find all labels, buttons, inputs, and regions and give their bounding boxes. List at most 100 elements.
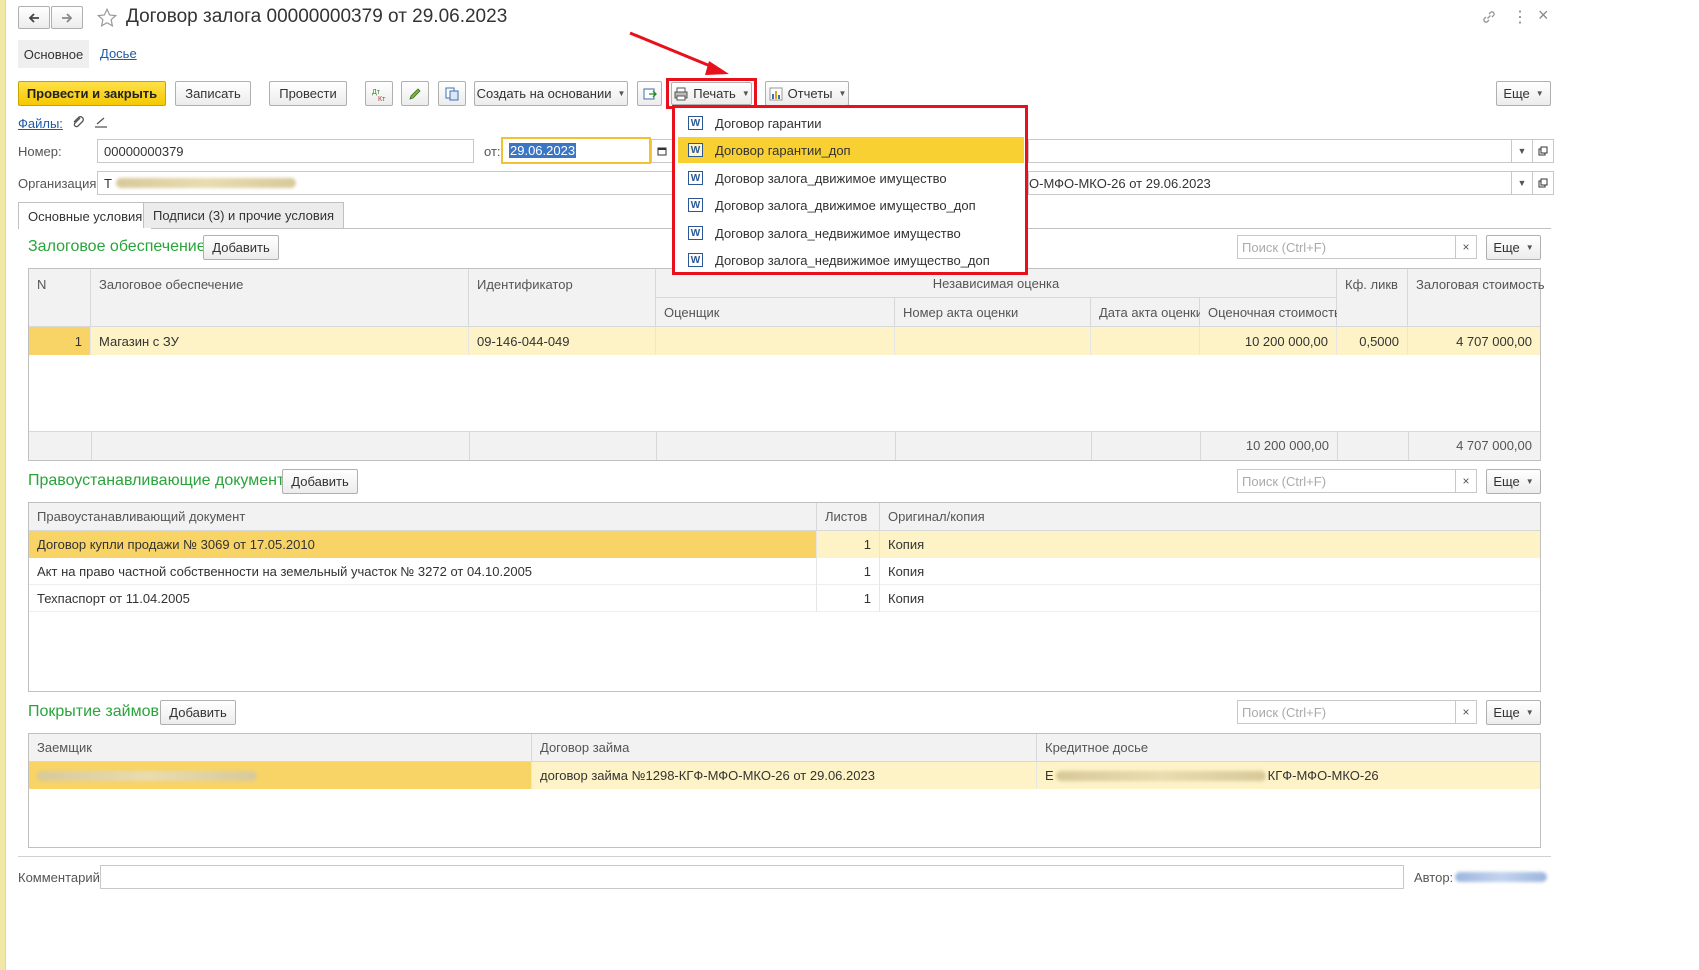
word-document-icon: W (688, 198, 703, 212)
link-icon[interactable] (1481, 9, 1497, 25)
caret-down-icon: ▼ (1517, 178, 1527, 188)
open-button[interactable] (1532, 139, 1554, 163)
create-based-on-button[interactable]: Создать на основании ▼ (474, 81, 628, 106)
open-button[interactable] (1532, 171, 1554, 195)
reports-button[interactable]: Отчеты ▼ (765, 81, 849, 106)
title-docs-more-button[interactable]: Еще ▼ (1486, 469, 1541, 494)
structure-button[interactable] (438, 81, 466, 106)
author-link-redacted[interactable] (1455, 872, 1547, 882)
col-liquidity-coef: Кф. ликв (1337, 269, 1408, 327)
cell-title-doc: Договор купли продажи № 3069 от 17.05.20… (29, 531, 817, 558)
open-form-icon (1538, 178, 1548, 188)
number-label: Номер: (18, 144, 62, 159)
reports-label: Отчеты (787, 86, 833, 101)
export-icon (643, 88, 657, 99)
date-field[interactable]: 29.06.2023 (501, 137, 651, 164)
back-button[interactable] (18, 6, 50, 29)
collateral-more-button[interactable]: Еще ▼ (1486, 235, 1541, 260)
organization-label: Организация: (18, 176, 101, 191)
more-label: Еще (1493, 240, 1520, 255)
cell-collateral: Магазин с ЗУ (91, 327, 469, 355)
title-docs-search-clear-icon[interactable]: × (1455, 469, 1477, 493)
cell-appraised-value: 10 200 000,00 (1200, 327, 1337, 355)
date-value-selected: 29.06.2023 (509, 143, 577, 158)
left-accent-bar (0, 0, 6, 970)
more-label: Еще (1493, 705, 1520, 720)
collateral-section-title: Залоговое обеспечение: (28, 238, 211, 255)
loans-search-clear-icon[interactable]: × (1455, 700, 1477, 724)
title-docs-add-button[interactable]: Добавить (282, 469, 358, 494)
col-appraiser: Оценщик (656, 298, 895, 327)
comment-input[interactable] (100, 865, 1404, 889)
nav-tab-dossier[interactable]: Досье (100, 46, 137, 61)
pencil-icon (409, 87, 421, 100)
open-form-icon (1538, 146, 1548, 156)
paperclip-icon[interactable] (70, 114, 86, 130)
signature-icon[interactable] (93, 114, 109, 130)
word-document-icon: W (688, 116, 703, 130)
cell-liquidity-coef: 0,5000 (1337, 327, 1408, 355)
loans-more-button[interactable]: Еще ▼ (1486, 700, 1541, 725)
tab-main-conditions[interactable]: Основные условия (18, 202, 153, 229)
collateral-search-clear-icon[interactable]: × (1455, 235, 1477, 259)
close-window-icon[interactable]: × (1538, 5, 1549, 26)
files-link[interactable]: Файлы: (18, 116, 63, 131)
red-arrow-annotation (629, 31, 729, 75)
nav-tab-main[interactable]: Основное (18, 40, 89, 68)
post-button[interactable]: Провести (269, 81, 347, 106)
print-menu-item[interactable]: W Договор залога_недвижимое имущество_до… (678, 247, 1024, 273)
window-title: Договор залога 00000000379 от 29.06.2023 (126, 6, 508, 27)
print-menu-item-selected[interactable]: W Договор гарантии_доп (678, 137, 1024, 163)
print-menu-item-label: Договор гарантии (715, 115, 822, 131)
save-button[interactable]: Записать (175, 81, 251, 106)
collateral-search-input[interactable]: Поиск (Ctrl+F) (1237, 235, 1457, 259)
print-menu-item[interactable]: W Договор залога_недвижимое имущество (678, 220, 1024, 246)
word-document-icon: W (688, 143, 703, 157)
cell-sheets: 1 (817, 558, 880, 585)
loans-add-button[interactable]: Добавить (160, 700, 236, 725)
title-docs-search-input[interactable]: Поиск (Ctrl+F) (1237, 469, 1457, 493)
calendar-icon (657, 147, 667, 156)
caret-down-icon: ▼ (1517, 146, 1527, 156)
forward-button[interactable] (51, 6, 83, 29)
cell-pledge-value: 4 707 000,00 (1456, 333, 1532, 349)
caret-down-icon: ▼ (1525, 708, 1534, 717)
dropdown-button[interactable]: ▼ (1511, 139, 1533, 163)
more-actions-button[interactable]: Еще ▼ (1496, 81, 1551, 106)
more-menu-icon[interactable]: ⋮ (1512, 7, 1528, 27)
word-document-icon: W (688, 226, 703, 240)
calendar-button[interactable] (651, 139, 673, 163)
cell-identifier: 09-146-044-049 (469, 327, 656, 355)
print-menu-item-label: Договор залога_движимое имущество (715, 170, 947, 186)
right-field-1[interactable] (1028, 139, 1512, 163)
dropdown-button[interactable]: ▼ (1511, 171, 1533, 195)
cell-sheets: 1 (817, 531, 880, 558)
post-and-close-button[interactable]: Провести и закрыть (18, 81, 166, 106)
cell-original-copy: Копия (888, 591, 925, 606)
tab-signatures[interactable]: Подписи (3) и прочие условия (143, 202, 345, 228)
right-field-2[interactable]: О-МФО-МКО-26 от 29.06.2023 (1028, 171, 1512, 195)
print-dropdown-menu: W Договор гарантии W Договор гарантии_до… (672, 105, 1028, 275)
reports-chart-icon (769, 87, 783, 100)
loans-section-title: Покрытие займов: (28, 703, 164, 720)
dt-kt-button[interactable]: Дт Кт (365, 81, 393, 106)
more-label: Еще (1503, 86, 1530, 101)
print-menu-item[interactable]: W Договор гарантии (678, 110, 1024, 136)
number-field[interactable]: 00000000379 (97, 139, 474, 163)
organization-field[interactable]: Т (97, 171, 674, 195)
col-n: N (29, 269, 91, 327)
loans-search-input[interactable]: Поиск (Ctrl+F) (1237, 700, 1457, 724)
export-button[interactable] (637, 81, 662, 106)
star-favorite-icon[interactable] (96, 7, 118, 29)
print-menu-item-label: Договор гарантии_доп (715, 142, 851, 158)
edit-document-button[interactable] (401, 81, 429, 106)
print-label: Печать (693, 86, 736, 101)
print-menu-item[interactable]: W Договор залога_движимое имущество (678, 165, 1024, 191)
print-button[interactable]: Печать ▼ (671, 82, 752, 105)
col-act-date: Дата акта оценки (1091, 298, 1203, 327)
print-menu-item[interactable]: W Договор залога_движимое имущество_доп (678, 192, 1024, 218)
svg-text:Дт: Дт (372, 89, 381, 96)
collateral-add-button[interactable]: Добавить (203, 235, 279, 260)
cell-sheets: 1 (817, 585, 880, 612)
credit-file-suffix: КГФ-МФО-МКО-26 (1267, 768, 1379, 783)
